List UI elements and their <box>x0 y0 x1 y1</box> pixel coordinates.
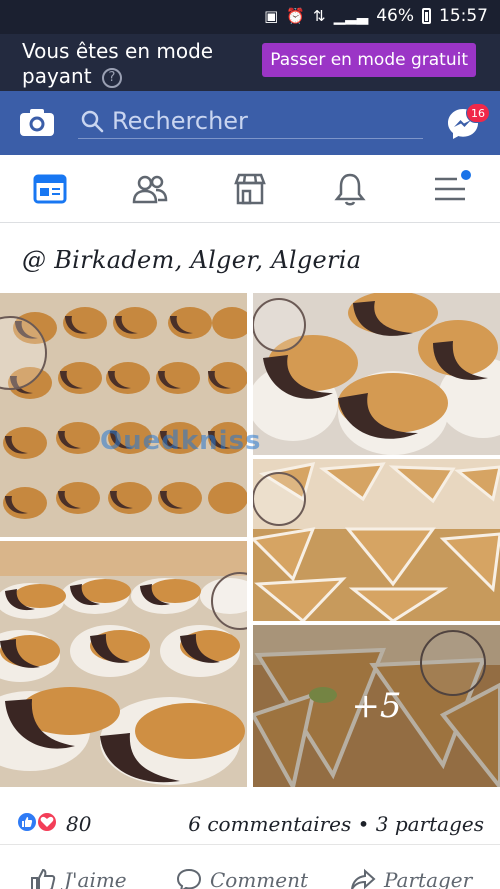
post-actions: J'aime Comment Partager <box>0 862 500 889</box>
comment-label: Comment <box>210 868 309 889</box>
battery-percent: 46% <box>376 6 414 26</box>
reactions-row: 80 6 commentaires • 3 partages <box>0 803 500 845</box>
sim-icon: ▣ <box>264 7 279 25</box>
thumbs-up-icon <box>22 817 33 827</box>
marketplace-icon[interactable] <box>232 171 268 207</box>
post-photo-1[interactable] <box>0 293 247 537</box>
nav-tabs <box>0 155 500 223</box>
heart-icon <box>40 816 54 827</box>
reaction-count[interactable]: 80 <box>66 812 91 836</box>
watermark-text: Ouedkniss <box>100 426 262 456</box>
love-reaction-icon <box>36 811 58 833</box>
messenger-badge: 16 <box>466 103 490 123</box>
like-reaction-icon <box>16 811 38 833</box>
comments-shares-count[interactable]: 6 commentaires • 3 partages <box>188 812 484 836</box>
crescent-cookies-rows-image <box>0 541 247 785</box>
like-label: J'aime <box>64 868 127 889</box>
camera-icon[interactable] <box>19 107 55 137</box>
switch-to-free-button[interactable]: Passer en mode gratuit <box>262 43 476 77</box>
alarm-icon: ⏰ <box>286 7 306 25</box>
post-location[interactable]: @ Birkadem, Alger, Algeria <box>22 246 361 274</box>
clock: 15:57 <box>439 6 488 26</box>
banner-message: Vous êtes en mode payant ? <box>22 39 252 89</box>
more-photos-count[interactable]: +5 <box>253 625 500 787</box>
battery-icon <box>422 8 431 24</box>
signal-icon: ▁▂▃ <box>333 7 369 25</box>
crescent-cookies-image <box>0 307 247 519</box>
news-feed-icon[interactable] <box>32 171 68 207</box>
paid-mode-banner: Vous êtes en mode payant ? Passer en mod… <box>0 34 500 91</box>
help-icon[interactable]: ? <box>101 67 122 88</box>
search-input[interactable] <box>112 103 412 139</box>
menu-notification-dot <box>461 170 471 180</box>
post-photo-3[interactable] <box>253 459 500 621</box>
share-icon <box>351 868 376 889</box>
post-photo-2[interactable] <box>253 293 500 455</box>
bell-icon[interactable] <box>332 171 368 207</box>
share-button[interactable]: Partager <box>350 868 472 889</box>
top-bar <box>0 91 500 155</box>
like-button[interactable]: J'aime <box>30 868 127 889</box>
search-field[interactable] <box>78 103 423 139</box>
crescent-cookies-closeup-image <box>253 293 500 455</box>
status-bar: ▣ ⏰ ⇅ ▁▂▃ 46% 15:57 <box>0 0 500 34</box>
friends-icon[interactable] <box>132 171 168 207</box>
share-label: Partager <box>384 868 473 889</box>
baklava-triangles-image <box>253 459 500 621</box>
status-icons: ▣ ⏰ ⇅ ▁▂▃ 46% 15:57 <box>264 6 488 26</box>
comment-icon <box>176 868 202 889</box>
data-icon: ⇅ <box>313 7 326 25</box>
search-icon <box>81 110 104 133</box>
comment-button[interactable]: Comment <box>176 868 308 889</box>
post-photo-4[interactable] <box>0 541 247 787</box>
like-icon <box>31 868 56 889</box>
